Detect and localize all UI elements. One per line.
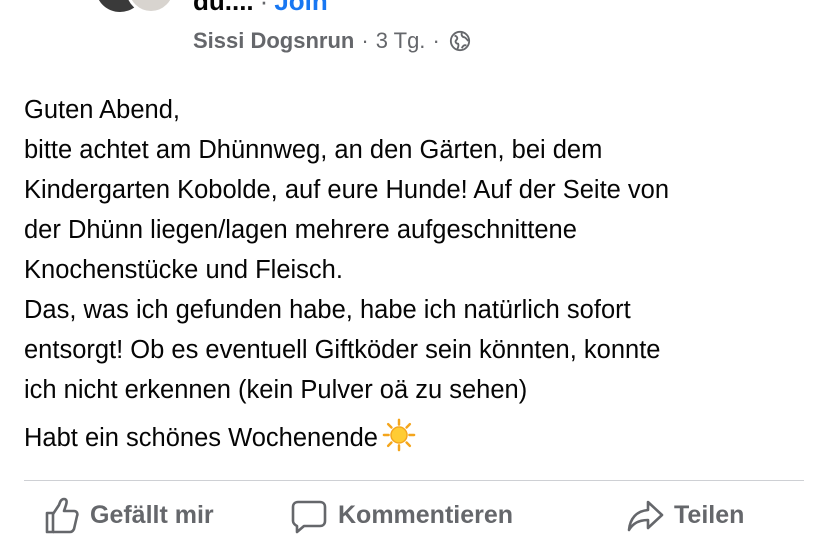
author-name[interactable]: Sissi Dogsnrun xyxy=(193,28,354,54)
meta-separator: · xyxy=(432,28,440,53)
post-body: Guten Abend, bitte achtet am Dhünnweg, a… xyxy=(24,90,814,458)
post-line: Kindergarten Kobolde, auf eure Hunde! Au… xyxy=(24,176,670,204)
post-meta: Sissi Dogsnrun · 3 Tg. · xyxy=(193,28,471,54)
comment-button[interactable]: Kommentieren xyxy=(290,496,513,534)
globe-icon xyxy=(449,30,471,52)
post-line: bitte achtet am Dhünnweg, an den Gärten,… xyxy=(24,136,603,164)
like-label: Gefällt mir xyxy=(90,500,214,529)
avatar-group[interactable] xyxy=(96,0,180,14)
comment-icon xyxy=(291,500,327,534)
comment-label: Kommentieren xyxy=(338,500,514,529)
thumbs-up-icon xyxy=(45,497,79,534)
share-icon xyxy=(627,500,664,532)
post-line: Knochenstücke und Fleisch. xyxy=(24,256,343,284)
share-label: Teilen xyxy=(674,500,745,529)
author-avatar[interactable] xyxy=(126,0,176,14)
post-line: der Dhünn liegen/lagen mehrere aufgeschn… xyxy=(24,216,577,244)
post-time[interactable]: 3 Tg. xyxy=(376,28,426,54)
post-closing-line: Habt ein schönes Wochenende xyxy=(24,418,814,458)
meta-separator: · xyxy=(361,28,369,53)
header-separator: · xyxy=(259,0,269,16)
join-link[interactable]: Join xyxy=(274,0,327,16)
group-name[interactable]: du.... xyxy=(193,0,254,16)
sun-icon xyxy=(382,418,416,452)
post-closing: Habt ein schönes Wochenende xyxy=(24,424,378,452)
post-line: Das, was ich gefunden habe, habe ich nat… xyxy=(24,296,631,324)
post-actions: Gefällt mir Kommentieren Teilen xyxy=(0,496,828,536)
post-line: Guten Abend, xyxy=(24,96,180,124)
actions-divider xyxy=(24,480,804,481)
like-button[interactable]: Gefällt mir xyxy=(42,496,214,534)
post-header: du.... · Join xyxy=(193,0,328,17)
share-button[interactable]: Teilen xyxy=(626,496,744,534)
post-line: entsorgt! Ob es eventuell Giftköder sein… xyxy=(24,336,661,364)
post-line: ich nicht erkennen (kein Pulver oä zu se… xyxy=(24,376,528,404)
